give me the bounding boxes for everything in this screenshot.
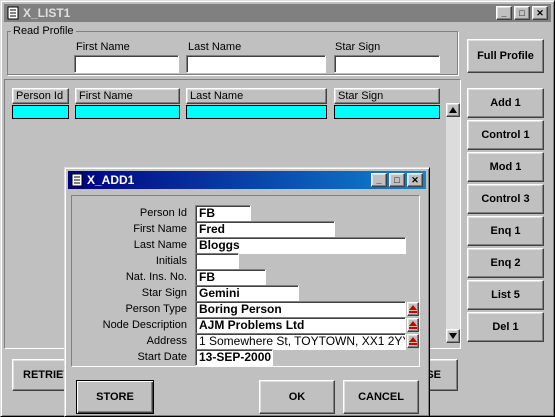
close-icon[interactable]: ✕ (407, 173, 423, 187)
control-3-button[interactable]: Control 3 (467, 184, 544, 214)
list-cell-star-sign[interactable] (334, 105, 440, 119)
scroll-down-icon[interactable] (446, 329, 460, 343)
rp-first-name-input[interactable] (74, 55, 179, 73)
address-label: Address (146, 335, 187, 347)
full-profile-button[interactable]: Full Profile (467, 39, 544, 73)
address-lookup-icon[interactable] (407, 334, 419, 348)
store-button[interactable]: STORE (76, 380, 154, 414)
close-icon[interactable]: ✕ (532, 6, 548, 20)
list-cell-first-name[interactable] (75, 105, 180, 119)
document-icon (7, 6, 19, 20)
address-input[interactable]: 1 Somewhere St, TOYTOWN, XX1 2YY (195, 333, 406, 350)
main-titlebar[interactable]: X_LIST1 _ □ ✕ (4, 4, 551, 22)
column-header-person-id[interactable]: Person Id (12, 88, 69, 104)
add-dialog: X_ADD1 _ □ ✕ Person Id First Name Last N… (64, 167, 430, 417)
cancel-button[interactable]: CANCEL (343, 380, 419, 414)
enq-1-button[interactable]: Enq 1 (467, 216, 544, 246)
minimize-icon[interactable]: _ (496, 6, 512, 20)
dialog-titlebar[interactable]: X_ADD1 _ □ ✕ (68, 171, 426, 189)
list-cell-person-id[interactable] (12, 105, 69, 119)
list-cell-last-name[interactable] (186, 105, 327, 119)
start-date-label: Start Date (137, 351, 187, 363)
initials-input[interactable] (195, 253, 239, 270)
ok-button-label: OK (288, 391, 306, 403)
minimize-icon[interactable]: _ (371, 173, 387, 187)
mod-1-button[interactable]: Mod 1 (467, 152, 544, 182)
main-window-title: X_LIST1 (23, 6, 71, 20)
last-name-input[interactable]: Bloggs (195, 237, 406, 254)
person-type-input[interactable]: Boring Person (195, 301, 406, 318)
control-1-button[interactable]: Control 1 (467, 120, 544, 150)
document-icon (71, 173, 83, 187)
node-description-lookup-icon[interactable] (407, 318, 419, 332)
enq-2-button[interactable]: Enq 2 (467, 248, 544, 278)
ok-button[interactable]: OK (259, 380, 335, 414)
initials-label: Initials (155, 255, 187, 267)
list-5-button[interactable]: List 5 (467, 280, 544, 310)
rp-star-sign-label: Star Sign (335, 41, 381, 53)
rp-star-sign-input[interactable] (334, 55, 440, 73)
add-1-button[interactable]: Add 1 (467, 88, 544, 118)
rp-last-name-input[interactable] (186, 55, 326, 73)
column-header-first-name[interactable]: First Name (75, 88, 180, 104)
dialog-title: X_ADD1 (87, 173, 135, 187)
column-header-star-sign[interactable]: Star Sign (334, 88, 440, 104)
list-scrollbar[interactable] (446, 103, 460, 343)
maximize-icon[interactable]: □ (389, 173, 405, 187)
person-type-lookup-icon[interactable] (407, 302, 419, 316)
node-description-input[interactable]: AJM Problems Ltd (195, 317, 406, 334)
person-id-label: Person Id (139, 207, 187, 219)
star-sign-input[interactable]: Gemini (195, 285, 299, 302)
first-name-label: First Name (133, 223, 187, 235)
column-header-last-name[interactable]: Last Name (186, 88, 327, 104)
person-id-input[interactable]: FB (195, 205, 251, 222)
nat-ins-no-label: Nat. Ins. No. (125, 271, 187, 283)
star-sign-label: Star Sign (141, 287, 187, 299)
first-name-input[interactable]: Fred (195, 221, 335, 238)
cancel-button-label: CANCEL (358, 391, 404, 403)
store-button-label: STORE (96, 391, 134, 403)
start-date-input[interactable]: 13-SEP-2000 (195, 349, 273, 366)
read-profile-group-label: Read Profile (11, 25, 76, 37)
nat-ins-no-input[interactable]: FB (195, 269, 266, 286)
scroll-up-icon[interactable] (446, 103, 460, 117)
rp-last-name-label: Last Name (188, 41, 242, 53)
rp-first-name-label: First Name (76, 41, 130, 53)
del-1-button[interactable]: Del 1 (467, 312, 544, 342)
last-name-label: Last Name (133, 239, 187, 251)
node-description-label: Node Description (102, 319, 187, 331)
maximize-icon[interactable]: □ (514, 6, 530, 20)
person-type-label: Person Type (125, 303, 187, 315)
